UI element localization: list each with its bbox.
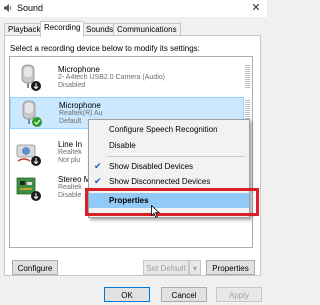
- microphone-icon: [21, 64, 41, 91]
- device-status: Disabled: [58, 82, 86, 89]
- level-meter: [245, 65, 250, 89]
- device-name: Microphone: [58, 65, 100, 74]
- ok-button[interactable]: OK: [104, 287, 150, 302]
- menu-item-label: Disable: [109, 141, 136, 150]
- configure-button[interactable]: Configure: [12, 260, 58, 275]
- apply-button[interactable]: Apply: [216, 287, 262, 302]
- menu-item-show-disabled-devices[interactable]: ✔ Show Disabled Devices: [89, 160, 249, 173]
- checkmark-icon: ✔: [94, 176, 102, 186]
- device-status: Not plu: [58, 157, 81, 164]
- menu-item-configure-speech-recognition[interactable]: Configure Speech Recognition: [89, 123, 249, 136]
- line-in-jack-icon: [16, 144, 41, 166]
- close-button[interactable]: ✕: [245, 0, 267, 17]
- tab-recording[interactable]: Recording: [40, 21, 85, 37]
- circuit-board-icon: [16, 177, 41, 201]
- speaker-icon: [4, 4, 12, 12]
- device-name: Microphone: [59, 101, 101, 110]
- menu-item-label: Configure Speech Recognition: [109, 125, 218, 134]
- window-title: Sound: [17, 3, 44, 13]
- properties-button[interactable]: Properties: [206, 260, 255, 275]
- checkmark-icon: ✔: [94, 161, 102, 171]
- instruction-text: Select a recording device below to modif…: [10, 44, 200, 53]
- device-driver: Realtek: [58, 149, 82, 156]
- menu-separator: [107, 156, 245, 157]
- device-status: Disable: [58, 192, 82, 199]
- menu-item-label: Show Disabled Devices: [109, 162, 194, 171]
- device-driver: 2- A4tech USB2.0 Camera (Audio): [58, 74, 165, 81]
- close-icon: ✕: [251, 2, 261, 14]
- set-default-dropdown[interactable]: ▾: [189, 260, 201, 275]
- set-default-button[interactable]: Set Default: [143, 260, 189, 275]
- device-driver: Realtek: [58, 184, 82, 191]
- device-status: Default: [59, 118, 82, 125]
- chevron-down-icon: ▾: [192, 264, 197, 273]
- highlight-annotation: [85, 188, 259, 216]
- device-name: Line In: [58, 140, 83, 149]
- menu-item-label: Show Disconnected Devices: [109, 177, 211, 186]
- menu-item-disable[interactable]: Disable: [89, 139, 249, 152]
- title-bar: Sound ✕: [0, 0, 267, 17]
- device-driver: Realtek(R) Au: [59, 110, 103, 117]
- menu-item-show-disconnected-devices[interactable]: ✔ Show Disconnected Devices: [89, 175, 249, 188]
- microphone-icon: [22, 100, 42, 127]
- device-name: Stereo M: [58, 175, 91, 184]
- cancel-button[interactable]: Cancel: [161, 287, 207, 302]
- mouse-cursor-icon: [151, 205, 160, 218]
- list-item-device[interactable]: Microphone 2- A4tech USB2.0 Camera (Audi…: [10, 62, 244, 94]
